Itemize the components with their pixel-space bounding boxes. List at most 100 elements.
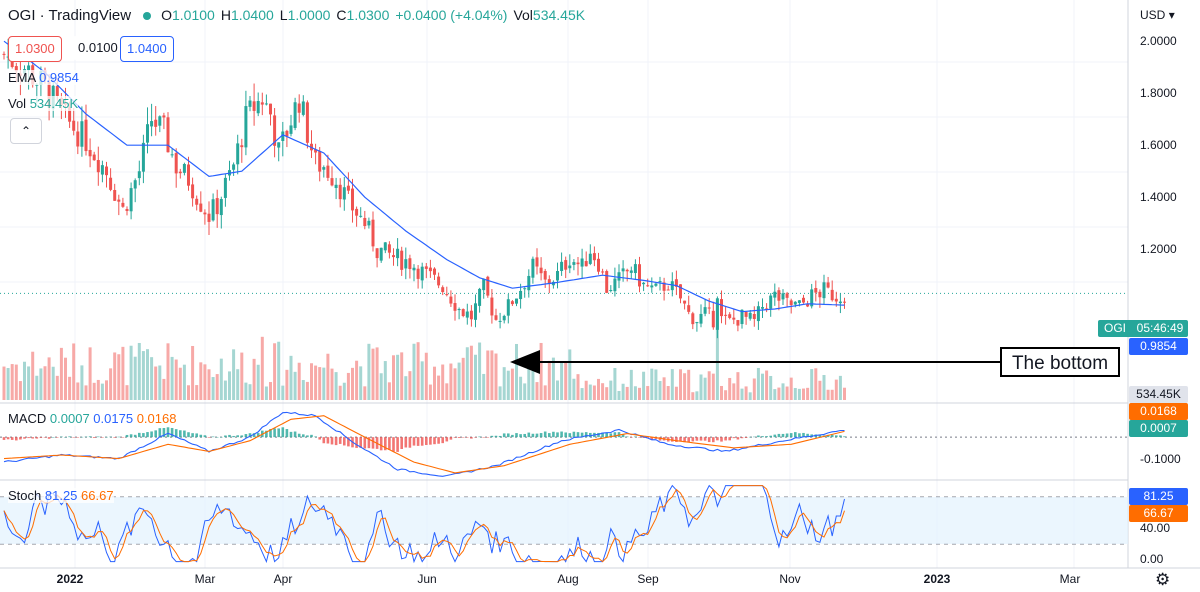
sell-button[interactable]: 1.0300: [8, 36, 62, 62]
candle-body: [240, 145, 244, 148]
candle-body: [2, 53, 6, 55]
macd-hist-bar: [433, 437, 436, 445]
candle-body: [576, 262, 580, 265]
macd-legend[interactable]: MACD 0.0007 0.0175 0.0168: [8, 411, 177, 426]
macd-hist-bar: [691, 437, 695, 442]
volume-bar: [535, 382, 539, 400]
symbol-title[interactable]: OGI · TradingView: [8, 7, 131, 24]
volume-bar: [777, 387, 781, 400]
ema-legend[interactable]: EMA 0.9854: [8, 70, 79, 85]
time-axis[interactable]: 2022 Mar Apr Jun Aug Sep Nov 2023 Mar: [57, 572, 1081, 586]
volume-bar: [621, 383, 625, 400]
candle-body: [363, 217, 367, 227]
candle-body: [223, 177, 227, 198]
chart-canvas[interactable]: 2.0000 1.8000 1.6000 1.4000 1.2000 -0.1000 40.…: [0, 0, 1200, 592]
macd-hist-bar: [523, 433, 526, 438]
currency-label[interactable]: USD ▾: [1140, 8, 1175, 22]
open-value: 1.0100: [172, 7, 215, 23]
price-axis[interactable]: 2.0000 1.8000 1.6000 1.4000 1.2000 -0.1000 40.…: [1140, 34, 1181, 566]
macd-hist-bar: [191, 433, 194, 438]
candle-body: [72, 120, 76, 131]
macd-hist-bar: [293, 431, 297, 438]
volume-bar: [580, 388, 584, 400]
candle-body: [515, 298, 518, 304]
macd-hist-bar: [343, 437, 346, 446]
volume-bar: [76, 382, 80, 400]
volume-bar: [301, 380, 305, 400]
candle-body: [826, 282, 830, 288]
volume-bar: [51, 366, 55, 400]
volume-bar: [223, 380, 227, 400]
candle-body: [248, 100, 252, 107]
macd-hist-bar: [466, 437, 469, 438]
stoch-k-tag: 81.25: [1129, 488, 1188, 505]
volume-bar: [761, 373, 764, 400]
volume-bar: [281, 385, 285, 400]
macd-hist-bar: [326, 437, 330, 444]
macd-hist-bar: [121, 437, 125, 438]
volume-bar: [412, 343, 416, 400]
vol-legend[interactable]: Vol 534.45K: [8, 96, 79, 111]
candle-body: [117, 199, 121, 202]
stoch-legend[interactable]: Stoch 81.25 66.67: [8, 488, 114, 503]
candle-body: [84, 119, 88, 152]
macd-hist-bar: [486, 437, 490, 438]
volume-bar: [387, 382, 391, 400]
buy-button[interactable]: 1.0400: [120, 36, 174, 62]
candle-body: [707, 307, 711, 309]
low-value: 1.0000: [287, 7, 331, 23]
candle-body: [330, 178, 334, 186]
volume-bar: [137, 342, 141, 400]
macd-hist-bar: [56, 437, 59, 438]
volume-bar: [720, 385, 723, 400]
volume-bar: [822, 375, 826, 400]
macd-hist-bar: [720, 437, 723, 442]
macd-label: MACD: [8, 411, 47, 426]
volume-bar: [355, 360, 359, 400]
candle-body: [531, 258, 535, 278]
candle-body: [748, 312, 752, 319]
macd-hist-bar: [43, 437, 47, 438]
macd-hist-bar: [76, 437, 80, 438]
candle-body: [334, 184, 338, 189]
volume-bar: [207, 369, 211, 400]
price-tick: 1.4000: [1140, 190, 1177, 204]
volume-bar: [371, 348, 375, 400]
macd-hist-bar: [453, 437, 457, 438]
candle-body: [580, 258, 584, 267]
candle-body: [355, 208, 359, 216]
candle-body: [297, 103, 301, 113]
macd-hist-bar: [338, 437, 342, 444]
vol-value: 534.45K: [532, 7, 586, 23]
candle-body: [392, 255, 395, 258]
volume-bar: [625, 386, 629, 400]
gear-icon[interactable]: ⚙: [1155, 570, 1170, 590]
volume-bar: [236, 369, 240, 400]
volume-bar: [252, 358, 256, 400]
volume-bar: [527, 367, 531, 400]
volume-bar: [269, 382, 272, 400]
macd-hist-bar: [138, 432, 141, 438]
volume-bar: [658, 381, 662, 400]
volume-bar: [789, 377, 793, 400]
candle-body: [433, 268, 436, 275]
candle-body: [420, 266, 424, 281]
macd-hist-bar: [564, 432, 567, 438]
macd-hist-bar: [277, 428, 280, 438]
volume-bar: [133, 356, 137, 400]
macd-hist-bar: [474, 437, 477, 438]
macd-hist-bar: [150, 431, 153, 438]
macd-hist-bar: [35, 437, 39, 439]
candle-body: [346, 185, 350, 191]
candle-body: [154, 119, 158, 127]
macd-hist-bar: [101, 437, 104, 438]
volume-bar: [576, 374, 580, 400]
candle-body: [789, 300, 793, 305]
macd-hist-bar: [560, 431, 563, 438]
volume-bar: [732, 383, 736, 400]
candle-body: [174, 153, 178, 174]
volume-bar: [654, 369, 658, 400]
collapse-legend-button[interactable]: ⌃: [10, 118, 42, 144]
macd-hist-bar: [396, 437, 399, 452]
candle-body: [359, 215, 363, 217]
